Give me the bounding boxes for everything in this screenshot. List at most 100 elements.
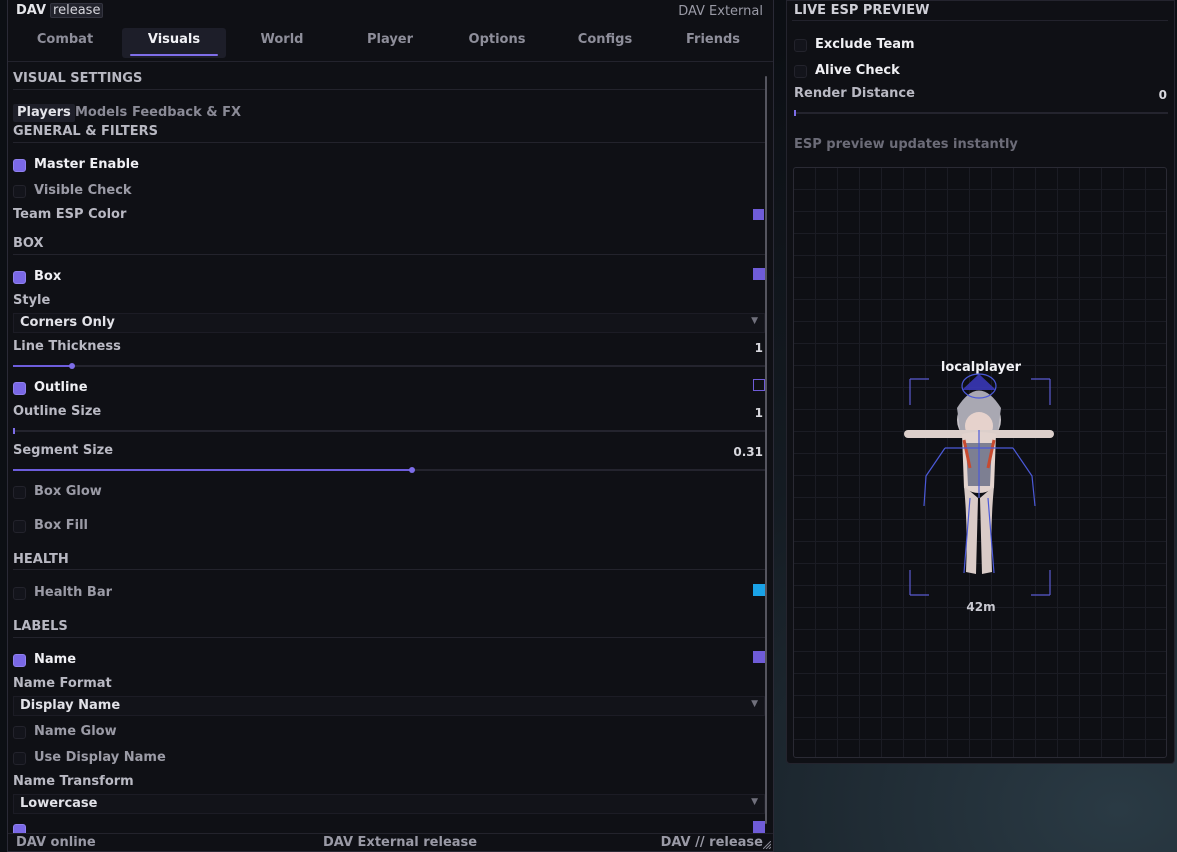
health-bar-toggle[interactable]: Health Bar xyxy=(13,584,765,604)
divider xyxy=(13,637,765,638)
title-bar[interactable]: DAV release DAV External xyxy=(8,0,773,24)
tab-combat[interactable]: Combat xyxy=(13,28,117,58)
exclude-team-toggle[interactable]: Exclude Team xyxy=(794,36,1170,56)
divider xyxy=(13,89,765,90)
name-transform-value: Lowercase xyxy=(20,796,98,811)
name-format-value: Display Name xyxy=(20,698,121,713)
line-thickness-slider[interactable] xyxy=(13,363,765,369)
preview-window: LIVE ESP PREVIEW Exclude Team Alive Chec… xyxy=(786,0,1175,764)
outline-label: Outline xyxy=(34,380,88,395)
name-glow-toggle[interactable]: Name Glow xyxy=(13,723,765,743)
name-glow-label: Name Glow xyxy=(34,724,117,739)
section-health: HEALTH xyxy=(13,552,69,567)
tab-friends[interactable]: Friends xyxy=(661,28,765,58)
checkbox[interactable] xyxy=(13,159,26,172)
health-bar-label: Health Bar xyxy=(34,585,113,600)
name-color-swatch[interactable] xyxy=(753,651,765,663)
name-toggle[interactable]: Name xyxy=(13,651,765,671)
outline-toggle[interactable]: Outline xyxy=(13,379,765,399)
segment-size-slider[interactable] xyxy=(13,467,765,473)
status-bar: DAV online DAV External release DAV // r… xyxy=(8,833,773,851)
chevron-down-icon: ▼ xyxy=(751,797,758,807)
slider-handle[interactable] xyxy=(13,428,15,434)
visible-check-label: Visible Check xyxy=(34,183,132,198)
checkbox[interactable] xyxy=(13,726,26,739)
slider-handle[interactable] xyxy=(68,363,75,369)
box-toggle[interactable]: Box xyxy=(13,268,765,288)
tab-world[interactable]: World xyxy=(230,28,334,58)
outline-size-label: Outline Size xyxy=(13,404,102,419)
master-enable-label: Master Enable xyxy=(34,157,139,172)
subtab-models[interactable]: Models xyxy=(71,104,131,122)
box-label: Box xyxy=(34,269,62,284)
use-display-name-label: Use Display Name xyxy=(34,750,166,765)
name-format-dropdown[interactable]: Display Name ▼ xyxy=(13,696,765,716)
render-distance-slider[interactable] xyxy=(794,110,1168,116)
partial-color-swatch[interactable] xyxy=(753,821,765,833)
checkbox[interactable] xyxy=(794,39,807,52)
checkbox[interactable] xyxy=(13,185,26,198)
main-window: DAV release DAV External Combat Visuals W… xyxy=(7,0,774,852)
status-left: DAV online xyxy=(16,835,96,850)
vertical-scrollbar[interactable] xyxy=(765,76,767,824)
exclude-team-label: Exclude Team xyxy=(815,37,915,52)
esp-player-distance: 42m xyxy=(966,600,996,614)
alive-check-label: Alive Check xyxy=(815,63,900,78)
box-color-swatch[interactable] xyxy=(753,268,765,280)
settings-scroll-area[interactable]: VISUAL SETTINGS Players Models Feedback … xyxy=(8,64,773,834)
section-title-visual-settings: VISUAL SETTINGS xyxy=(13,71,143,86)
checkbox[interactable] xyxy=(13,752,26,765)
team-esp-color-label: Team ESP Color xyxy=(13,207,127,222)
slider-handle[interactable] xyxy=(408,467,415,473)
checkbox[interactable] xyxy=(13,587,26,600)
resize-grip-icon[interactable] xyxy=(763,841,771,849)
esp-preview-canvas[interactable]: localplayer 42m xyxy=(793,167,1167,758)
tab-player[interactable]: Player xyxy=(338,28,442,58)
visible-check-toggle[interactable]: Visible Check xyxy=(13,182,765,202)
line-thickness-label: Line Thickness xyxy=(13,339,121,354)
divider xyxy=(792,20,1168,21)
slider-fill xyxy=(13,469,412,471)
tab-options[interactable]: Options xyxy=(445,28,549,58)
checkbox[interactable] xyxy=(13,654,26,667)
preview-title: LIVE ESP PREVIEW xyxy=(794,3,930,18)
channel-badge: release xyxy=(50,3,104,18)
outline-size-value: 1 xyxy=(754,406,763,420)
app-title: DAV release xyxy=(16,3,104,18)
box-glow-toggle[interactable]: Box Glow xyxy=(13,483,765,503)
style-label: Style xyxy=(13,293,51,308)
name-format-label: Name Format xyxy=(13,676,112,691)
name-transform-dropdown[interactable]: Lowercase ▼ xyxy=(13,794,765,814)
status-center: DAV External release xyxy=(323,835,478,850)
box-fill-toggle[interactable]: Box Fill xyxy=(13,517,765,537)
checkbox[interactable] xyxy=(13,271,26,284)
segment-size-value: 0.31 xyxy=(733,445,763,459)
slider-fill xyxy=(13,365,72,367)
render-distance-label: Render Distance xyxy=(794,86,915,101)
checkbox[interactable] xyxy=(13,520,26,533)
style-dropdown[interactable]: Corners Only ▼ xyxy=(13,313,765,333)
tab-visuals[interactable]: Visuals xyxy=(122,28,226,58)
status-right: DAV // release xyxy=(660,835,763,850)
divider xyxy=(13,254,765,255)
divider xyxy=(13,142,765,143)
master-enable-toggle[interactable]: Master Enable xyxy=(13,156,765,176)
health-bar-color-swatch[interactable] xyxy=(753,584,765,596)
team-esp-color-swatch[interactable] xyxy=(753,209,764,220)
tab-configs[interactable]: Configs xyxy=(553,28,657,58)
outline-size-slider[interactable] xyxy=(13,428,765,434)
checkbox[interactable] xyxy=(13,382,26,395)
segment-size-label: Segment Size xyxy=(13,443,114,458)
use-display-name-toggle[interactable]: Use Display Name xyxy=(13,749,765,769)
outline-color-swatch[interactable] xyxy=(753,379,765,391)
line-thickness-value: 1 xyxy=(754,341,763,355)
window-title: DAV External xyxy=(678,4,763,19)
subtab-feedback-fx[interactable]: Feedback & FX xyxy=(128,104,245,122)
alive-check-toggle[interactable]: Alive Check xyxy=(794,62,1170,82)
section-labels: LABELS xyxy=(13,619,68,634)
checkbox[interactable] xyxy=(13,486,26,499)
slider-handle[interactable] xyxy=(794,110,796,116)
checkbox[interactable] xyxy=(794,65,807,78)
preview-note: ESP preview updates instantly xyxy=(794,137,1018,152)
subtab-players[interactable]: Players xyxy=(13,104,75,122)
